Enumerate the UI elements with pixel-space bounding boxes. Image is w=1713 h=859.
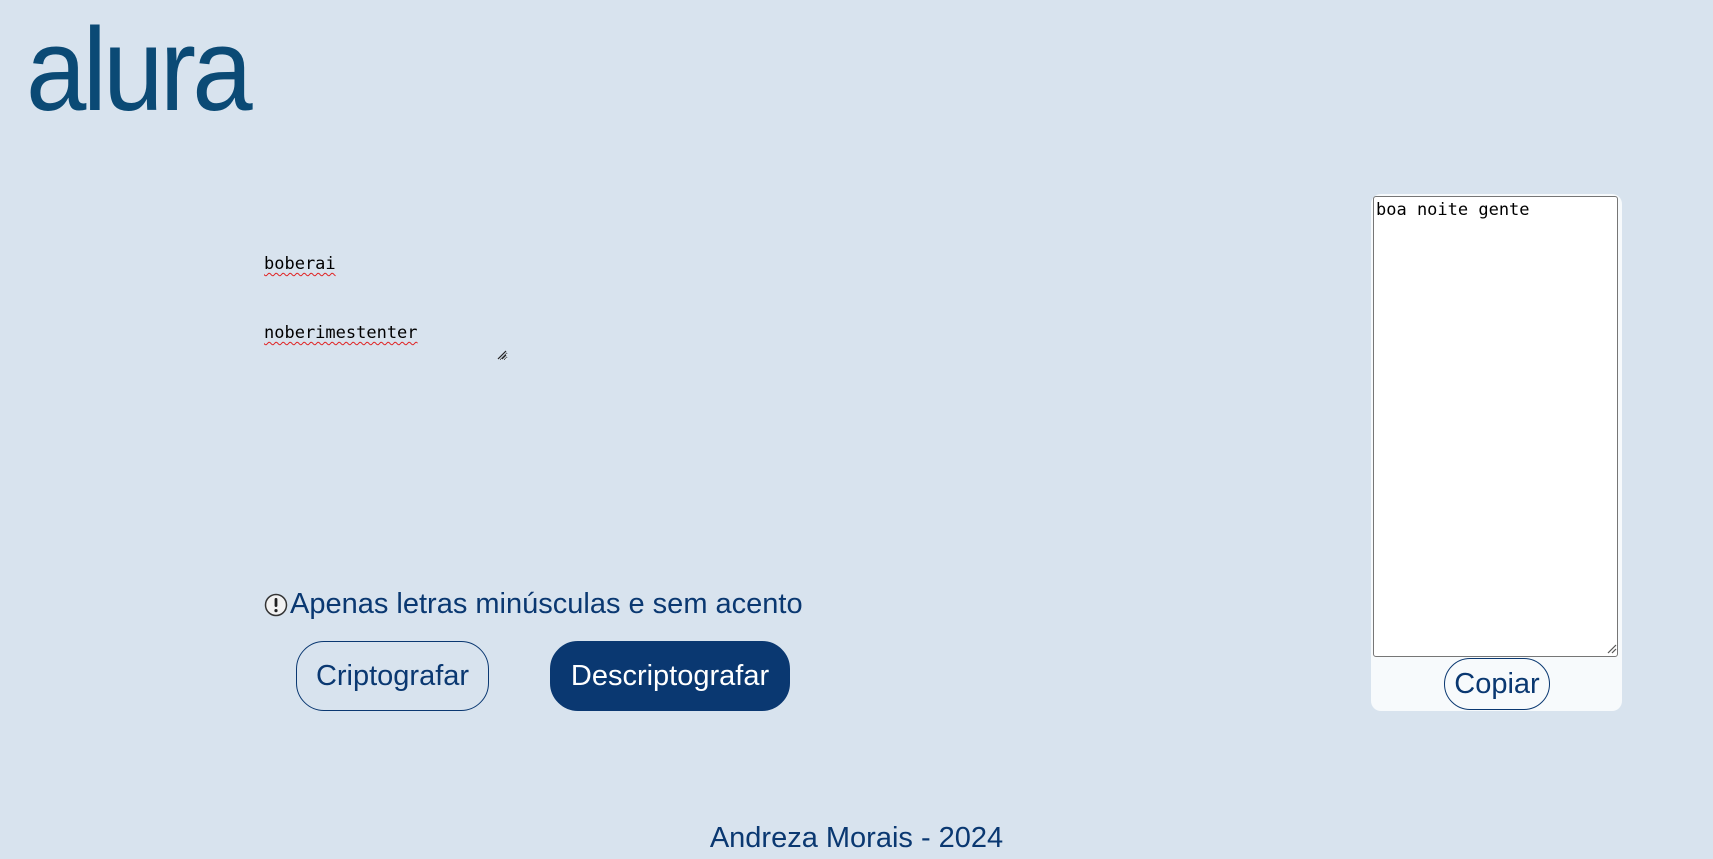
hint-text: Apenas letras minúsculas e sem acento xyxy=(290,588,803,620)
alura-logo: alura xyxy=(26,4,256,136)
decrypt-button[interactable]: Descriptografar xyxy=(550,641,790,711)
page: alura boberai noberimestenter genternten… xyxy=(0,0,1713,859)
output-textarea[interactable]: boa noite gente xyxy=(1373,196,1618,657)
footer-credit: Andreza Morais - 2024 xyxy=(709,822,1004,854)
resize-grip-icon[interactable] xyxy=(494,347,508,361)
input-line: boberai xyxy=(264,254,336,274)
logo-text: alura xyxy=(26,4,253,136)
output-panel: boa noite gente Copiar xyxy=(1371,194,1622,711)
resize-grip-icon[interactable] xyxy=(1604,641,1618,655)
hint-message: Apenas letras minúsculas e sem acento xyxy=(264,588,803,621)
encrypt-button[interactable]: Criptografar xyxy=(296,641,489,711)
copy-button[interactable]: Copiar xyxy=(1444,658,1550,710)
exclamation-circle-icon xyxy=(264,593,288,616)
message-input[interactable]: boberai noberimestenter genterntenter xyxy=(264,207,508,361)
input-line: noberimestenter xyxy=(264,323,418,343)
